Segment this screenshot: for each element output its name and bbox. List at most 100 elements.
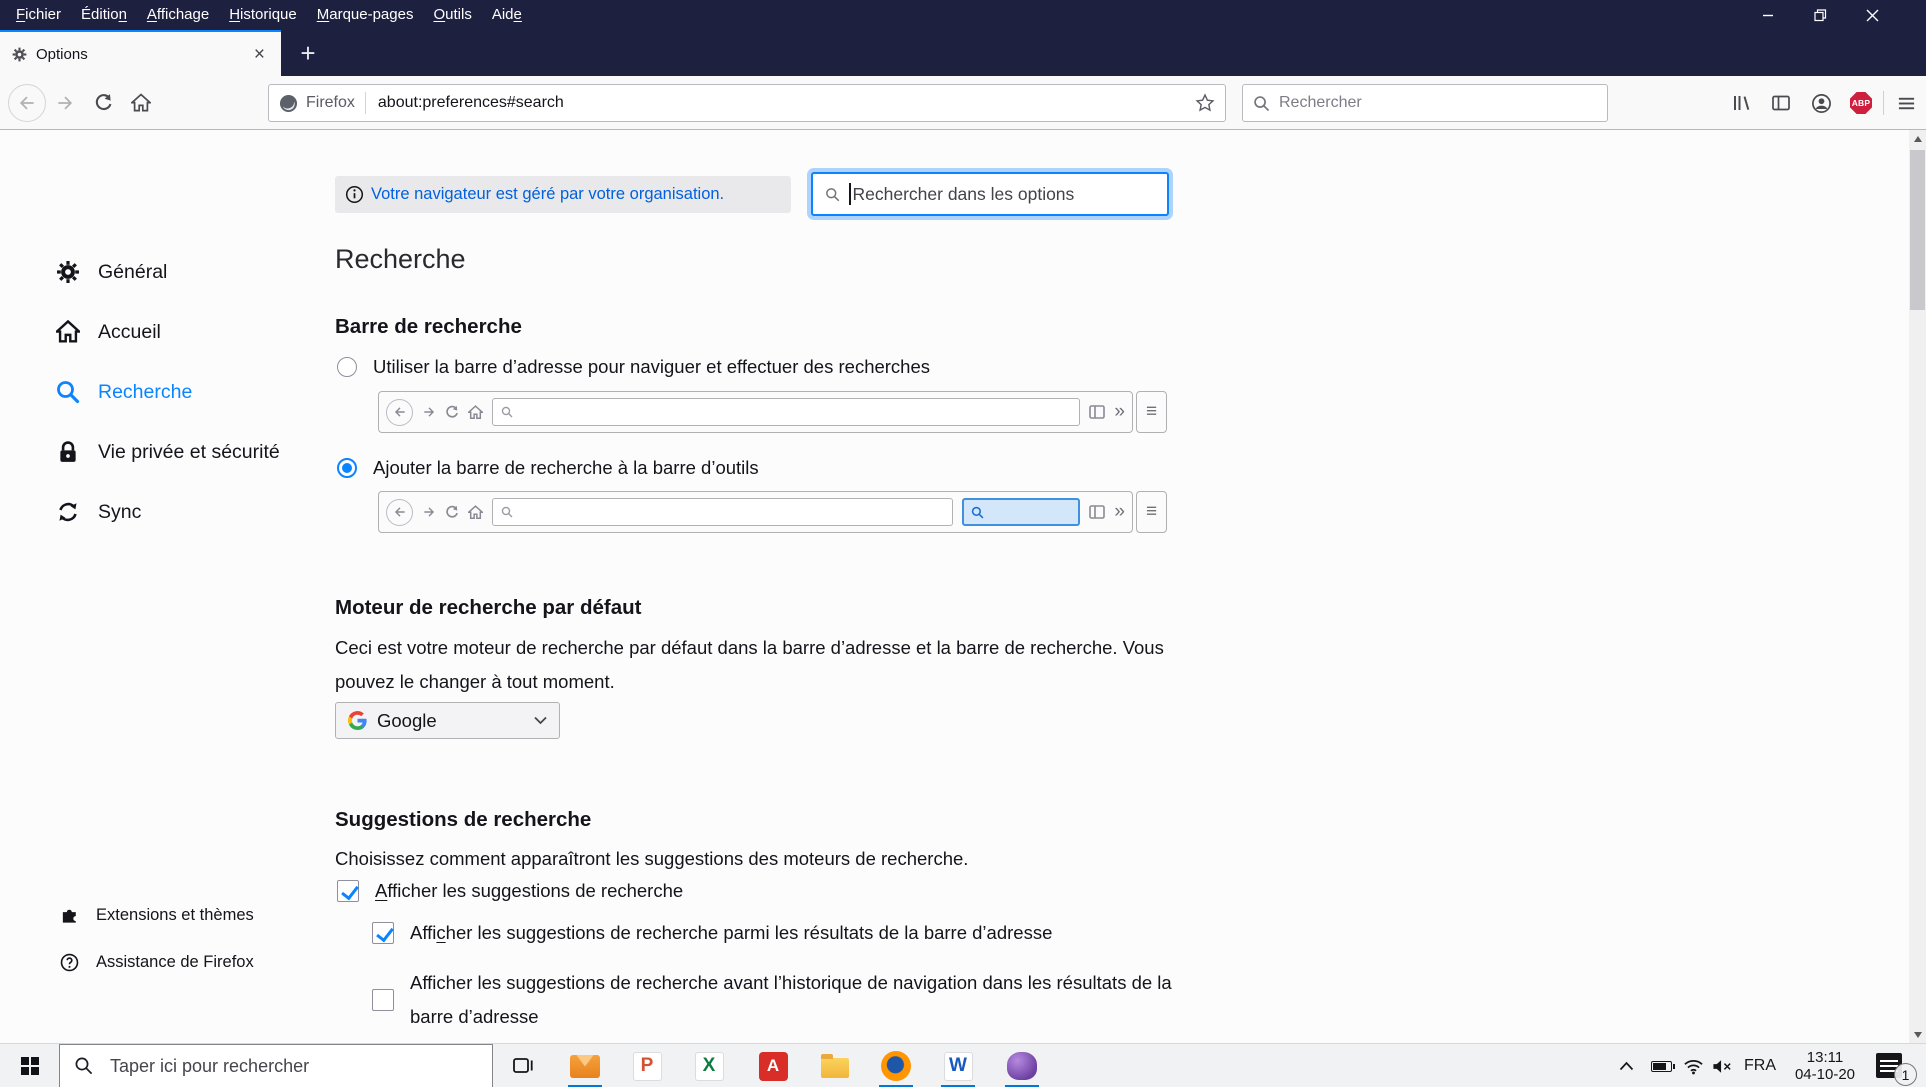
menu-edition[interactable]: Édition (71, 0, 137, 30)
powerpoint-icon: P (633, 1052, 662, 1081)
firefox-icon (881, 1051, 911, 1081)
checkbox-suggestions-before-history[interactable]: Afficher les suggestions de recherche av… (372, 966, 1210, 1034)
page-container-icon (1089, 405, 1105, 419)
adblock-plus-icon[interactable]: ABP (1841, 84, 1881, 122)
menu-outils[interactable]: Outils (423, 0, 481, 30)
scroll-down-button[interactable] (1909, 1026, 1926, 1043)
account-button[interactable] (1801, 84, 1841, 122)
scroll-up-button[interactable] (1909, 130, 1926, 147)
taskbar-app-purple[interactable] (998, 1044, 1046, 1087)
start-button[interactable] (0, 1044, 59, 1087)
find-placeholder: Rechercher dans les options (853, 184, 1075, 205)
restore-button[interactable] (1794, 0, 1846, 30)
page-title: Recherche (335, 244, 466, 275)
checkbox[interactable] (337, 880, 359, 902)
menu-marque-pages[interactable]: Marque-pages (307, 0, 424, 30)
toolbar-search-bar[interactable]: Rechercher (1242, 84, 1608, 122)
info-icon (345, 185, 364, 204)
windows-taskbar: Taper ici pour rechercher P X A W FRA 13… (0, 1043, 1926, 1087)
search-icon (825, 187, 840, 202)
bookmark-star-icon[interactable] (1195, 93, 1215, 113)
home-icon (131, 93, 151, 113)
window-controls (1742, 0, 1898, 30)
find-in-options-field[interactable]: Rechercher dans les options (811, 172, 1169, 216)
battery-icon[interactable] (1646, 1044, 1676, 1087)
default-engine-select[interactable]: Google (335, 702, 560, 739)
purple-app-icon (1007, 1052, 1037, 1080)
menu-affichage[interactable]: Affichage (137, 0, 219, 30)
reload-icon (445, 405, 459, 419)
task-view-button[interactable] (499, 1044, 547, 1087)
taskbar-app-firefox[interactable] (872, 1044, 920, 1087)
google-logo-icon (348, 711, 367, 730)
forward-arrow-icon (422, 405, 436, 419)
suggestions-description: Choisissez comment apparaîtront les sugg… (335, 842, 1175, 876)
radio-button[interactable] (337, 357, 357, 377)
checkbox[interactable] (372, 922, 394, 944)
checkbox[interactable] (372, 989, 394, 1011)
checkbox-suggestions-in-address-bar[interactable]: Afficher les suggestions de recherche pa… (372, 922, 1052, 944)
home-button[interactable] (122, 84, 160, 122)
menu-icon: ≡ (1136, 391, 1167, 433)
radio-option-address-bar[interactable]: Utiliser la barre d’adresse pour navigue… (337, 356, 930, 378)
taskbar-app-excel[interactable]: X (685, 1044, 733, 1087)
taskbar-clock[interactable]: 13:11 04-10-20 (1786, 1049, 1864, 1083)
search-icon (1253, 95, 1270, 112)
navigation-toolbar: Firefox about:preferences#search Recherc… (0, 76, 1926, 130)
sidebar-toggle-button[interactable] (1761, 84, 1801, 122)
taskbar-app-word[interactable]: W (934, 1044, 982, 1087)
forward-arrow-icon (55, 93, 75, 113)
page-container-icon (1089, 505, 1105, 519)
new-tab-button[interactable]: + (288, 30, 328, 76)
url-bar[interactable]: Firefox about:preferences#search (268, 84, 1226, 122)
sidebar-item-extensions[interactable]: Extensions et thèmes (60, 902, 254, 928)
menu-fichier[interactable]: Fichier (6, 0, 71, 30)
content-scrollbar[interactable] (1909, 130, 1926, 1043)
overflow-chevrons-icon: » (1114, 501, 1125, 523)
tab-options[interactable]: Options × (0, 30, 281, 76)
taskbar-app-powerpoint[interactable]: P (623, 1044, 671, 1087)
close-button[interactable] (1846, 0, 1898, 30)
sidebar-item-assistance[interactable]: Assistance de Firefox (60, 949, 254, 975)
scrollbar-thumb[interactable] (1910, 150, 1925, 310)
search-placeholder: Rechercher (1279, 94, 1362, 112)
tray-chevron-up-icon[interactable] (1612, 1044, 1640, 1087)
gear-icon (56, 260, 80, 284)
notification-count-badge[interactable]: 1 (1894, 1063, 1917, 1086)
text-caret (849, 183, 851, 205)
reload-button[interactable] (84, 84, 122, 122)
taskbar-app-acrobat[interactable]: A (749, 1044, 797, 1087)
taskbar-app-mail[interactable] (561, 1044, 609, 1087)
minimize-button[interactable] (1742, 0, 1794, 30)
library-button[interactable] (1721, 84, 1761, 122)
sidebar-item-general[interactable]: Général (56, 257, 167, 287)
taskbar-app-explorer[interactable] (811, 1044, 859, 1087)
policy-notice: Votre navigateur est géré par votre orga… (335, 176, 791, 213)
back-button[interactable] (8, 84, 46, 122)
url-text[interactable]: about:preferences#search (378, 94, 1195, 112)
radio-option-add-search-bar[interactable]: Ajouter la barre de recherche à la barre… (337, 457, 759, 479)
section-heading-search-bar: Barre de recherche (335, 315, 522, 339)
forward-button[interactable] (46, 84, 84, 122)
hamburger-menu-button[interactable] (1886, 84, 1926, 122)
policy-notice-link[interactable]: Votre navigateur est géré par votre orga… (371, 185, 724, 204)
taskbar-search-box[interactable]: Taper ici pour rechercher (59, 1044, 493, 1087)
language-indicator[interactable]: FRA (1740, 1044, 1780, 1087)
tab-close-icon[interactable]: × (250, 43, 269, 66)
menu-historique[interactable]: Historique (219, 0, 307, 30)
chevron-down-icon (534, 716, 547, 725)
wifi-icon[interactable] (1679, 1044, 1707, 1087)
clock-time: 13:11 (1786, 1049, 1864, 1066)
radio-button[interactable] (337, 458, 357, 478)
sidebar-item-sync[interactable]: Sync (56, 497, 141, 527)
identity-label: Firefox (306, 94, 355, 112)
excel-icon: X (695, 1052, 724, 1081)
toolbar-separator (1883, 91, 1884, 115)
checkbox-show-suggestions[interactable]: Afficher les suggestions de recherche (337, 880, 683, 902)
sidebar-item-recherche[interactable]: Recherche (56, 377, 192, 407)
home-icon (468, 405, 483, 420)
sidebar-item-vie-privee[interactable]: Vie privée et sécurité (56, 437, 280, 467)
volume-muted-icon[interactable] (1707, 1044, 1737, 1087)
sidebar-item-accueil[interactable]: Accueil (56, 317, 161, 347)
menu-aide[interactable]: Aide (482, 0, 532, 30)
